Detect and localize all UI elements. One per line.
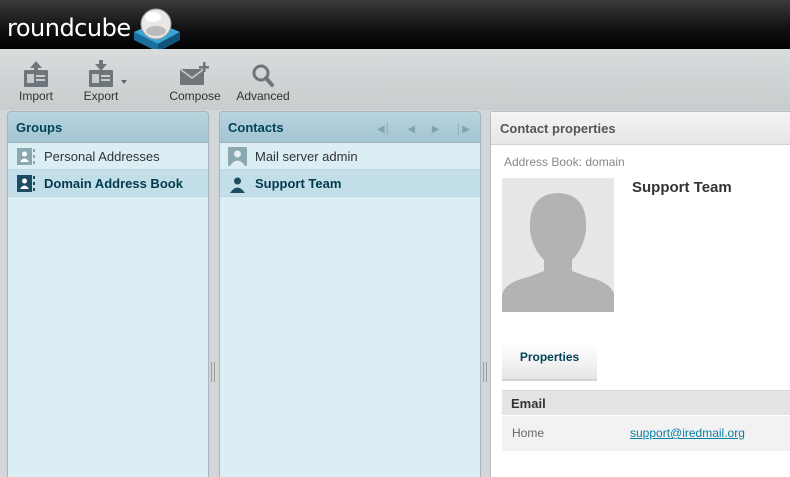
address-book-icon: [17, 175, 35, 192]
group-label: Domain Address Book: [44, 176, 183, 191]
email-link[interactable]: support@iredmail.org: [630, 416, 745, 451]
contact-label: Support Team: [255, 176, 342, 191]
import-button[interactable]: Import: [15, 59, 57, 105]
toolbar: Import Export Compose Advanced: [0, 49, 790, 110]
last-page-icon[interactable]: │▶: [456, 114, 470, 145]
previous-page-icon[interactable]: ◀: [407, 114, 415, 145]
compose-label: Compose: [169, 89, 221, 103]
groups-panel: Groups Personal Addresses Domain Address…: [7, 111, 209, 477]
compose-button[interactable]: Compose: [166, 59, 224, 105]
tab-properties[interactable]: Properties: [502, 344, 597, 381]
address-book-label: Address Book: domain: [504, 155, 625, 169]
advanced-label: Advanced: [236, 89, 290, 103]
contact-name: Support Team: [632, 179, 732, 196]
roundcube-logo[interactable]: roundcube: [0, 0, 200, 52]
advanced-search-button[interactable]: Advanced: [234, 59, 292, 105]
contact-item-support-team[interactable]: Support Team: [220, 170, 480, 197]
group-label: Personal Addresses: [44, 149, 160, 164]
groups-splitter[interactable]: [211, 362, 215, 382]
first-page-icon[interactable]: ◀│: [377, 114, 391, 145]
group-item-domain-address-book[interactable]: Domain Address Book: [8, 170, 208, 197]
person-icon: [228, 174, 247, 193]
person-silhouette-icon: [502, 178, 614, 312]
email-type-label: Home: [512, 426, 545, 440]
contacts-panel: Contacts ◀│ ◀ ▶ │▶ Mail server admin Sup…: [219, 111, 481, 477]
groups-title: Groups: [8, 112, 208, 143]
compose-icon: [179, 62, 209, 85]
import-icon: [24, 61, 48, 87]
email-field-row: Home support@iredmail.org: [502, 416, 790, 451]
export-label: Export: [83, 89, 119, 103]
top-bar: roundcube: [0, 0, 790, 52]
import-label: Import: [18, 89, 53, 103]
contacts-splitter[interactable]: [483, 362, 487, 382]
contacts-header: Contacts ◀│ ◀ ▶ │▶: [220, 112, 480, 143]
address-book-icon: [17, 148, 35, 165]
export-button[interactable]: Export: [80, 59, 122, 105]
email-section-header: Email: [502, 390, 790, 415]
contact-photo: [502, 178, 614, 312]
group-item-personal-addresses[interactable]: Personal Addresses: [8, 143, 208, 170]
contact-label: Mail server admin: [255, 149, 358, 164]
export-dropdown-caret-icon[interactable]: [121, 80, 127, 84]
next-page-icon[interactable]: ▶: [432, 114, 440, 145]
contacts-pagination: ◀│ ◀ ▶ │▶: [364, 112, 470, 143]
contacts-title: Contacts: [228, 120, 284, 135]
contact-item-mail-server-admin[interactable]: Mail server admin: [220, 143, 480, 170]
contact-properties-title: Contact properties: [491, 112, 790, 145]
magnifier-icon: [252, 64, 274, 87]
logo-cube-icon: [134, 8, 180, 52]
contact-properties-panel: Contact properties Address Book: domain …: [490, 111, 790, 477]
export-icon: [89, 60, 113, 87]
logo-text: roundcube: [7, 14, 131, 42]
person-icon: [228, 147, 247, 166]
